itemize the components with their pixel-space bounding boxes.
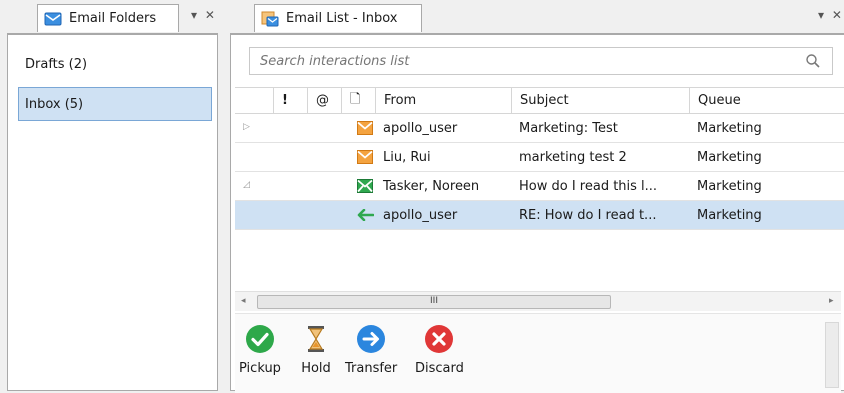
header-label: From xyxy=(384,93,417,108)
scroll-thumb[interactable]: III xyxy=(257,295,611,309)
scroll-left-arrow-icon[interactable]: ◂ xyxy=(241,296,246,306)
column-header-state[interactable]: 🗋 xyxy=(341,88,375,113)
checkmark-circle-icon xyxy=(245,324,275,354)
column-header-priority[interactable]: ! xyxy=(273,88,307,113)
priority-icon: ! xyxy=(282,93,288,108)
cell-from: Liu, Rui xyxy=(383,149,431,165)
pin-close-icon[interactable]: ▾ ✕ xyxy=(191,8,217,22)
tab-label: Email Folders xyxy=(69,11,157,26)
cell-queue: Marketing xyxy=(697,207,762,223)
cell-subject: RE: How do I read t... xyxy=(519,207,657,223)
discard-button[interactable]: Discard xyxy=(415,324,464,376)
tab-email-list-inbox[interactable]: Email List - Inbox xyxy=(254,4,422,32)
email-list-pane: ! @ 🗋 From Subject Queue ▷ apol xyxy=(230,33,844,393)
cell-subject: marketing test 2 xyxy=(519,149,627,165)
table-row[interactable]: Liu, Rui marketing test 2 Marketing xyxy=(235,143,844,172)
folder-item-inbox[interactable]: Inbox (5) xyxy=(18,87,212,121)
folder-label: Drafts (2) xyxy=(25,56,88,72)
folder-item-drafts[interactable]: Drafts (2) xyxy=(18,47,212,81)
email-grid: ! @ 🗋 From Subject Queue ▷ apollo_user M… xyxy=(235,87,844,230)
action-toolbar: Pickup Hold Transfer Discard xyxy=(235,313,841,393)
folders-tabstrip: Email Folders ▾ ✕ xyxy=(7,0,230,32)
envelope-orange-icon xyxy=(357,150,373,168)
search-input[interactable] xyxy=(249,47,833,75)
hold-button[interactable]: Hold xyxy=(301,324,331,376)
tab-email-folders[interactable]: Email Folders xyxy=(37,4,179,32)
tab-label: Email List - Inbox xyxy=(286,11,398,26)
header-label: Queue xyxy=(698,93,741,108)
horizontal-scrollbar[interactable]: ◂ III ▸ xyxy=(235,291,841,311)
attachment-icon: @ xyxy=(316,93,329,108)
header-label: Subject xyxy=(520,93,569,108)
cell-from: apollo_user xyxy=(383,207,458,223)
table-row[interactable]: ▷ apollo_user Marketing: Test Marketing xyxy=(235,114,844,143)
action-label: Transfer xyxy=(345,361,398,376)
pin-close-icon[interactable]: ▾ ✕ xyxy=(818,8,844,22)
action-label: Hold xyxy=(301,361,331,376)
cell-subject: How do I read this l... xyxy=(519,178,658,194)
email-folders-pane: Drafts (2) Inbox (5) xyxy=(7,33,218,391)
reply-arrow-green-icon xyxy=(356,208,375,225)
hourglass-icon xyxy=(301,324,331,354)
cell-from: Tasker, Noreen xyxy=(383,178,480,194)
column-header-expander[interactable] xyxy=(235,88,273,113)
search-icon[interactable] xyxy=(805,53,821,69)
table-row[interactable]: ◿ Tasker, Noreen How do I read this l...… xyxy=(235,172,844,201)
grid-header: ! @ 🗋 From Subject Queue xyxy=(235,87,844,114)
cell-from: apollo_user xyxy=(383,120,458,136)
pickup-button[interactable]: Pickup xyxy=(239,324,281,376)
vertical-scrollbar[interactable] xyxy=(825,322,839,388)
action-label: Pickup xyxy=(239,361,281,376)
column-header-queue[interactable]: Queue xyxy=(689,88,844,113)
scroll-right-arrow-icon[interactable]: ▸ xyxy=(829,296,834,306)
cell-queue: Marketing xyxy=(697,120,762,136)
email-list-icon xyxy=(261,11,279,27)
column-header-attachment[interactable]: @ xyxy=(307,88,341,113)
envelope-orange-icon xyxy=(357,121,373,139)
envelope-green-icon xyxy=(357,179,373,197)
transfer-arrow-icon xyxy=(356,324,386,354)
cell-queue: Marketing xyxy=(697,178,762,194)
column-header-from[interactable]: From xyxy=(375,88,511,113)
cell-queue: Marketing xyxy=(697,149,762,165)
table-row[interactable]: apollo_user RE: How do I read t... Marke… xyxy=(235,201,844,230)
document-icon: 🗋 xyxy=(350,91,361,107)
cell-subject: Marketing: Test xyxy=(519,120,618,136)
expand-icon[interactable]: ▷ xyxy=(243,122,250,132)
transfer-button[interactable]: Transfer xyxy=(345,324,397,376)
column-header-subject[interactable]: Subject xyxy=(511,88,689,113)
x-circle-icon xyxy=(424,324,454,354)
folder-label: Inbox (5) xyxy=(25,96,84,112)
list-tabstrip: Email List - Inbox ▾ ✕ xyxy=(230,0,844,32)
collapse-icon[interactable]: ◿ xyxy=(243,180,250,190)
envelope-icon xyxy=(44,11,62,27)
action-label: Discard xyxy=(415,361,464,376)
